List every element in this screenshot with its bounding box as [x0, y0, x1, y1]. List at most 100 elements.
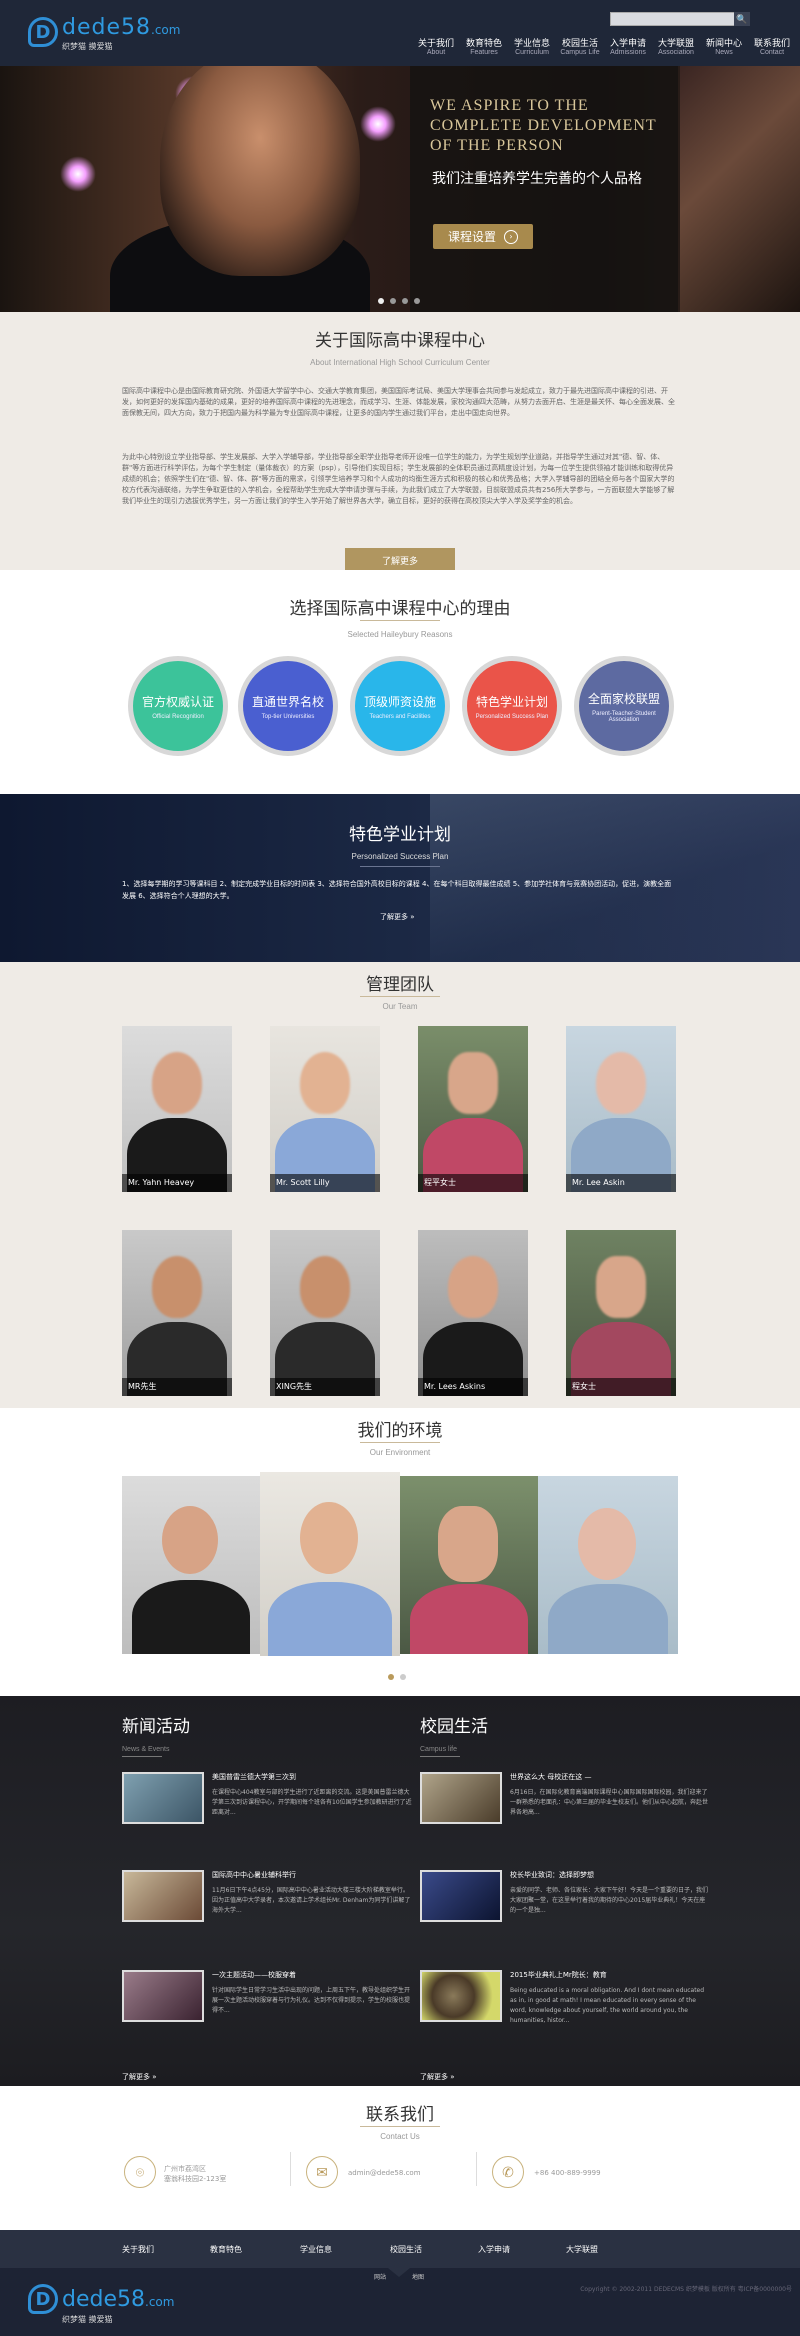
- nav-label: 学业信息: [513, 38, 550, 48]
- environment-photo[interactable]: [538, 1476, 678, 1654]
- contact-email[interactable]: admin@dede58.com: [348, 2168, 421, 2178]
- carousel-dot-active[interactable]: [388, 1674, 394, 1680]
- environment-title: 我们的环境: [357, 1421, 443, 1441]
- reason-label-en: Teachers and Facilities: [369, 713, 431, 720]
- campus-item-title: 世界这么大 母校还在这 —: [510, 1773, 592, 1781]
- title-divider: [360, 2126, 440, 2127]
- nav-item-association[interactable]: 大学联盟 Association: [652, 38, 700, 58]
- slider-dot[interactable]: [378, 298, 384, 304]
- news-item-title: 一次主题活动——校服穿着: [212, 1971, 296, 1979]
- plan-more-link[interactable]: 了解更多 »: [380, 912, 415, 922]
- campus-thumbnail: [420, 1870, 502, 1922]
- news-item[interactable]: 美国普雷兰德大学第三次到 在课程中心404教室与部的学生进行了近距离的交流。这是…: [122, 1772, 412, 1832]
- copyright: Copyright © 2002-2011 DEDECMS 织梦模板 版权所有 …: [580, 2286, 792, 2293]
- team-member-card[interactable]: 程平女士: [418, 1026, 528, 1192]
- main-nav: 关于我们 About 数育特色 Features 学业信息 Curriculum 校园…: [412, 38, 796, 58]
- nav-label: 大学联盟: [657, 38, 694, 48]
- logo-subtitle: 织梦猫 摸爱猫: [62, 42, 113, 51]
- footer-link-curriculum[interactable]: 学业信息: [300, 2244, 332, 2255]
- logo-mark: D: [28, 2284, 58, 2314]
- footer-link-admissions[interactable]: 入学申请: [478, 2244, 510, 2255]
- nav-item-features[interactable]: 数育特色 Features: [460, 38, 508, 58]
- carousel-dot[interactable]: [400, 1674, 406, 1680]
- course-settings-button[interactable]: 课程设置 ›: [433, 224, 533, 249]
- team-member-card[interactable]: Mr. Scott Lilly: [270, 1026, 380, 1192]
- news-item-desc: 11月6日下午4点45分，国际高中中心暑业活动大楼三楼大阶梯教室举行。因为正值高…: [212, 1887, 411, 1914]
- reasons-subtitle: Selected Haileybury Reasons: [347, 630, 453, 639]
- footer-link-site[interactable]: 网站: [374, 2272, 386, 2281]
- plan-title: 特色学业计划: [349, 825, 451, 845]
- divider: [290, 2152, 291, 2186]
- reason-top-universities[interactable]: 直通世界名校 Top-tier Universities: [238, 656, 338, 756]
- logo-number: 58: [121, 15, 151, 40]
- news-campus-section: 新闻活动 News & Events 校园生活 Campus life 美国普雷…: [0, 1696, 800, 2086]
- reason-success-plan[interactable]: 特色学业计划 Personalized Success Plan: [462, 656, 562, 756]
- slider-dot[interactable]: [390, 298, 396, 304]
- contact-phone[interactable]: +86 400-889-9999: [534, 2168, 601, 2178]
- campus-item[interactable]: 2015毕业典礼上Mr院长：教育 Being educated is a mor…: [420, 1970, 710, 2030]
- environment-photo[interactable]: [122, 1476, 260, 1654]
- search-input[interactable]: [610, 12, 750, 26]
- title-divider: [360, 866, 440, 867]
- search-icon[interactable]: 🔍: [734, 12, 750, 26]
- nav-label-en: Campus Life: [560, 49, 600, 56]
- footer-link-about[interactable]: 关于我们: [122, 2244, 154, 2255]
- news-item-title: 国际高中中心暑业辅科举行: [212, 1871, 296, 1879]
- news-item[interactable]: 一次主题活动——校服穿着 针对国际学生日常学习生活中出现的问题，上周五下午，教导…: [122, 1970, 412, 2030]
- team-member-card[interactable]: Mr. Lee Askin: [566, 1026, 676, 1192]
- environment-photo[interactable]: [400, 1476, 538, 1654]
- footer-link-map[interactable]: 地图: [412, 2272, 424, 2281]
- footer-link-campus-life[interactable]: 校园生活: [390, 2244, 422, 2255]
- reason-official-recognition[interactable]: 官方权威认证 Official Recognition: [128, 656, 228, 756]
- environment-photo[interactable]: [260, 1472, 400, 1656]
- nav-item-admissions[interactable]: 入学申请 Admissions: [604, 38, 652, 58]
- site-header: D dede 58 .com 织梦猫 摸爱猫 🔍 关于我们 About 数育特色 Fea…: [0, 0, 800, 66]
- member-name: 程女士: [566, 1378, 676, 1396]
- news-title: 新闻活动: [122, 1717, 190, 1737]
- nav-item-curriculum[interactable]: 学业信息 Curriculum: [508, 38, 556, 58]
- campus-item[interactable]: 世界这么大 母校还在这 — 6月16日，在国际化教育高端国际课程中心国际国际国际…: [420, 1772, 710, 1832]
- slider-dot[interactable]: [402, 298, 408, 304]
- footer-link-association[interactable]: 大学联盟: [566, 2244, 598, 2255]
- nav-label: 入学申请: [609, 38, 646, 48]
- nav-item-news[interactable]: 新闻中心 News: [700, 38, 748, 58]
- footer-link-features[interactable]: 教育特色: [210, 2244, 242, 2255]
- nav-label-en: Contact: [759, 49, 785, 56]
- team-subtitle: Our Team: [382, 1002, 418, 1011]
- contact-title: 联系我们: [366, 2105, 434, 2125]
- reason-label: 官方权威认证: [141, 694, 214, 709]
- hero-banner: We aspire to the complete development of…: [0, 66, 800, 312]
- reason-pts-association[interactable]: 全面家校联盟 Parent-Teacher-Student Association: [574, 656, 674, 756]
- team-member-card[interactable]: Mr. Lees Askins: [418, 1230, 528, 1396]
- news-more-link[interactable]: 了解更多 »: [122, 2072, 157, 2082]
- hero-headline-cn: 我们注重培养学生完善的个人品格: [432, 171, 642, 187]
- about-paragraph-2: 为此中心特别设立学业指导部、学生发展部、大学入学辅导部，学业指导部全职学业指导老…: [122, 453, 675, 505]
- title-divider: [360, 996, 440, 997]
- team-title: 管理团队: [366, 975, 434, 995]
- nav-item-contact[interactable]: 联系我们 Contact: [748, 38, 796, 58]
- team-member-card[interactable]: MR先生: [122, 1230, 232, 1396]
- campus-more-link[interactable]: 了解更多 »: [420, 2072, 455, 2082]
- reason-teachers-facilities[interactable]: 顶级师资设施 Teachers and Facilities: [350, 656, 450, 756]
- reason-label: 特色学业计划: [475, 694, 548, 709]
- news-item[interactable]: 国际高中中心暑业辅科举行 11月6日下午4点45分，国际高中中心暑业活动大楼三楼…: [122, 1870, 412, 1930]
- location-pin-icon: ⌾: [124, 2156, 156, 2188]
- about-more-button[interactable]: 了解更多: [345, 548, 455, 572]
- contact-address: 广州市荔湾区 塞翁科技园2-123室: [164, 2165, 227, 2183]
- team-member-card[interactable]: Mr. Yahn Heavey: [122, 1026, 232, 1192]
- reason-label-en: Personalized Success Plan: [475, 713, 549, 720]
- nav-item-about[interactable]: 关于我们 About: [412, 38, 460, 58]
- about-subtitle: About International High School Curricul…: [310, 358, 490, 367]
- site-logo[interactable]: D dede 58 .com 织梦猫 摸爱猫: [28, 15, 180, 51]
- footer-logo-subtitle: 织梦猫 摸爱猫: [62, 2315, 113, 2324]
- nav-label-en: Admissions: [610, 49, 646, 56]
- member-name: Mr. Yahn Heavey: [122, 1174, 232, 1192]
- slider-dot[interactable]: [414, 298, 420, 304]
- campus-item[interactable]: 校长毕业致词：选择即梦想 亲爱的同学、老师、各位家长：大家下午好！今天是一个重要…: [420, 1870, 710, 1930]
- footer-logo[interactable]: D dede 58 .com: [28, 2284, 174, 2314]
- team-member-card[interactable]: XING先生: [270, 1230, 380, 1396]
- team-member-card[interactable]: 程女士: [566, 1230, 676, 1396]
- environment-subtitle: Our Environment: [369, 1448, 431, 1457]
- member-name: Mr. Lee Askin: [566, 1174, 676, 1192]
- nav-item-campus-life[interactable]: 校园生活 Campus Life: [556, 38, 604, 58]
